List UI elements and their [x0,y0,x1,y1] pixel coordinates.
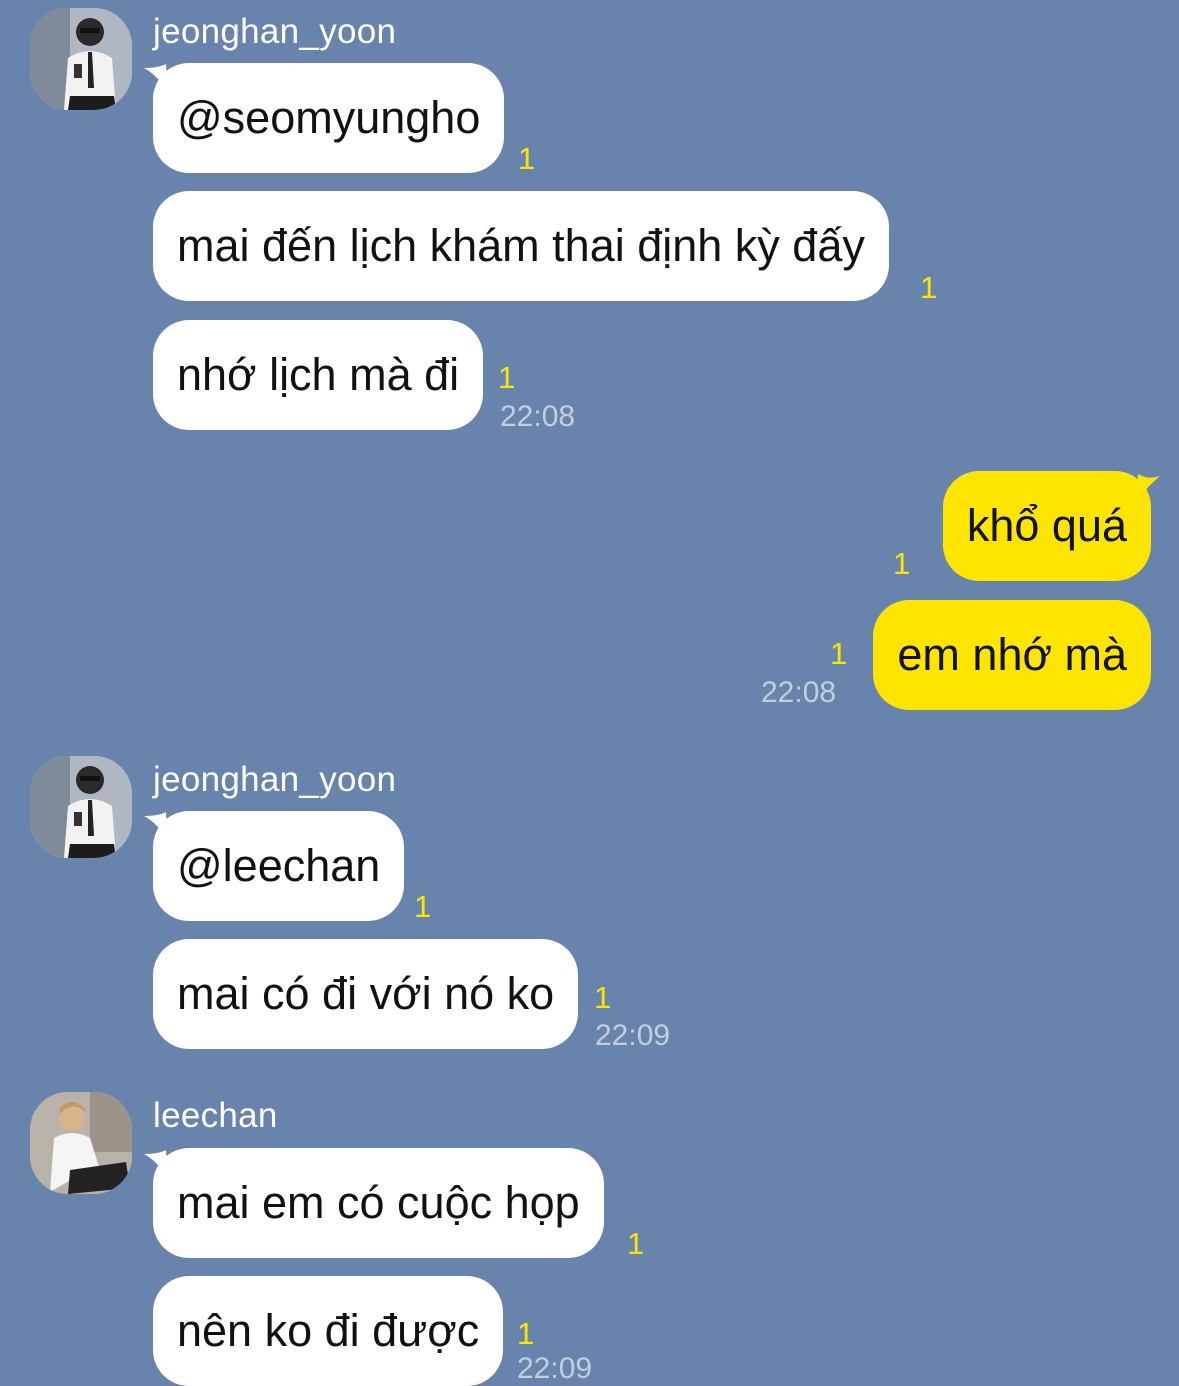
message-bubble[interactable]: @seomyungho [153,63,505,173]
message-bubble-outgoing[interactable]: em nhớ mà [873,600,1151,710]
unread-count: 1 [414,889,432,924]
chat-message-list[interactable]: jeonghan_yoon @seomyungho 1 mai đến lịch… [0,0,1179,1386]
unread-count: 1 [594,980,612,1015]
unread-count: 1 [498,360,516,395]
profile-photo-icon [30,8,132,110]
sender-name: jeonghan_yoon [153,12,397,51]
avatar-leechan[interactable] [30,1092,132,1194]
message-timestamp: 22:08 [761,676,837,709]
message-bubble-outgoing[interactable]: khổ quá [942,471,1151,581]
message-timestamp: 22:09 [595,1019,671,1052]
message-bubble[interactable]: nhớ lịch mà đi [153,320,484,430]
profile-photo-icon [30,1092,132,1194]
unread-count: 1 [517,1316,535,1351]
message-bubble[interactable]: mai đến lịch khám thai định kỳ đấy [153,191,889,301]
message-bubble[interactable]: nên ko đi được [153,1276,504,1386]
unread-count: 1 [893,546,911,581]
message-timestamp: 22:08 [500,400,576,433]
unread-count: 1 [518,141,536,176]
message-timestamp: 22:09 [517,1352,593,1385]
unread-count: 1 [627,1226,645,1261]
profile-photo-icon [30,756,132,858]
unread-count: 1 [920,270,938,305]
message-bubble[interactable]: mai có đi với nó ko [153,939,579,1049]
unread-count: 1 [830,636,848,671]
avatar-jeonghan-yoon[interactable] [30,756,132,858]
sender-name: leechan [153,1096,278,1135]
message-bubble[interactable]: mai em có cuộc họp [153,1148,604,1258]
message-bubble[interactable]: @leechan [153,811,405,921]
sender-name: jeonghan_yoon [153,760,397,799]
avatar-jeonghan-yoon[interactable] [30,8,132,110]
